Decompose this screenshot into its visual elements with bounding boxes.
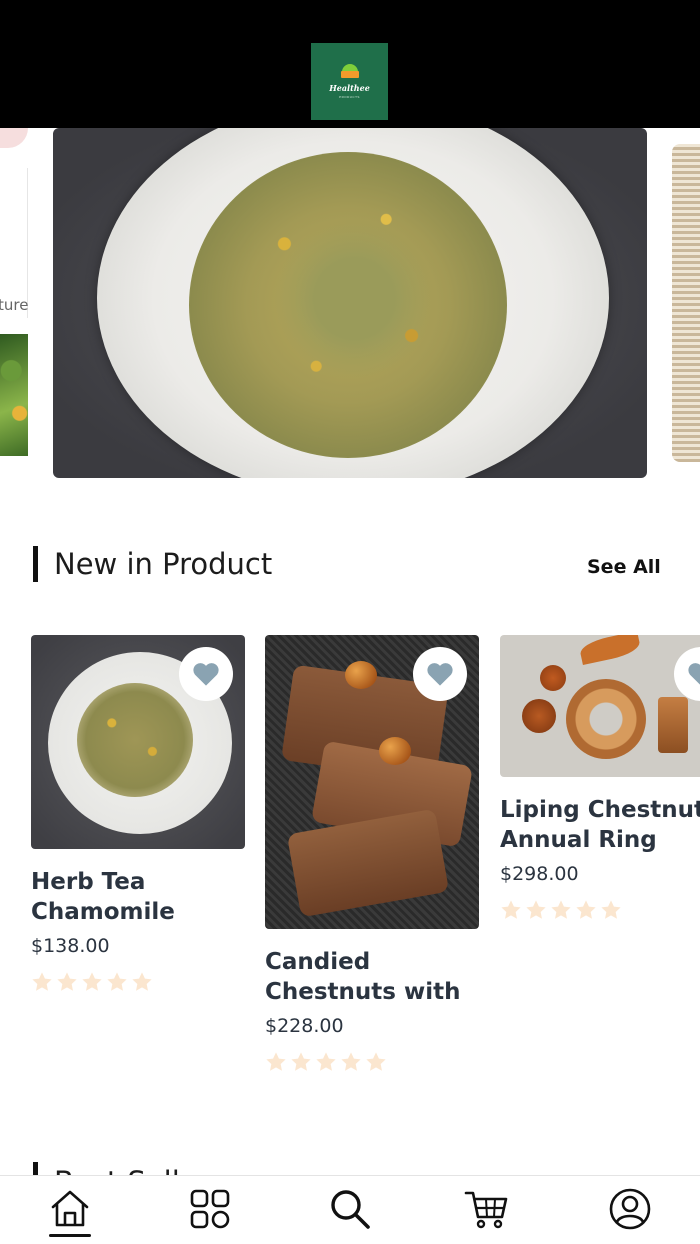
- brand-logo[interactable]: Healthee PRODUCTS: [311, 43, 388, 120]
- active-tab-indicator: [49, 1234, 91, 1237]
- prev-slide-image: [0, 334, 28, 456]
- rating-stars: [31, 971, 271, 993]
- favorite-button[interactable]: [179, 647, 233, 701]
- product-image[interactable]: [31, 635, 245, 849]
- logo-tagline: PRODUCTS: [339, 95, 360, 99]
- product-image[interactable]: [265, 635, 479, 929]
- star-icon: [266, 1052, 286, 1071]
- favorite-button[interactable]: [674, 647, 700, 701]
- star-icon: [366, 1052, 386, 1071]
- product-card[interactable]: Herb Tea Chamomile $138.00: [31, 635, 271, 993]
- rating-stars: [265, 1051, 505, 1073]
- star-icon: [526, 900, 546, 919]
- star-icon: [107, 972, 127, 991]
- star-icon: [57, 972, 77, 991]
- logo-text: Healthee: [329, 83, 370, 93]
- section-title: New in Product: [54, 547, 273, 581]
- nav-search[interactable]: [327, 1186, 373, 1232]
- heart-icon: [427, 663, 453, 686]
- star-icon: [32, 972, 52, 991]
- favorite-button[interactable]: [413, 647, 467, 701]
- rating-stars: [500, 899, 700, 921]
- profile-icon: [609, 1188, 651, 1230]
- product-price: $138.00: [31, 935, 110, 957]
- carousel-main-slide[interactable]: [53, 128, 647, 478]
- section-accent-bar: [33, 546, 38, 582]
- star-icon: [341, 1052, 361, 1071]
- nav-cart[interactable]: [463, 1186, 509, 1232]
- banner-carousel[interactable]: ture: [0, 128, 700, 480]
- star-icon: [501, 900, 521, 919]
- cart-icon: [464, 1191, 508, 1229]
- app-header: Healthee PRODUCTS: [0, 0, 700, 128]
- product-price: $228.00: [265, 1015, 344, 1037]
- heart-icon: [193, 663, 219, 686]
- star-icon: [132, 972, 152, 991]
- nav-categories[interactable]: [187, 1186, 233, 1232]
- nav-profile[interactable]: [607, 1186, 653, 1232]
- star-icon: [82, 972, 102, 991]
- star-icon: [291, 1052, 311, 1071]
- carousel-prev-slide[interactable]: ture: [0, 128, 28, 458]
- section-header-new: New in Product: [33, 546, 272, 582]
- star-icon: [551, 900, 571, 919]
- star-icon: [316, 1052, 336, 1071]
- herb-tea-image: [189, 152, 507, 458]
- search-icon: [331, 1190, 370, 1229]
- star-icon: [576, 900, 596, 919]
- section-accent-bar: [33, 1162, 38, 1176]
- product-card[interactable]: Liping Chestnut Annual Ring $298.00: [500, 635, 700, 921]
- carousel-next-slide[interactable]: [672, 144, 700, 462]
- star-icon: [601, 900, 621, 919]
- nav-home[interactable]: [47, 1186, 93, 1232]
- bottom-nav: [0, 1175, 700, 1244]
- section-header-best-sellers: Best Sellers: [33, 1162, 225, 1176]
- product-price: $298.00: [500, 863, 579, 885]
- product-image[interactable]: [500, 635, 700, 777]
- heart-icon: [688, 663, 700, 685]
- product-name[interactable]: Liping Chestnut Annual Ring: [500, 795, 700, 855]
- product-name[interactable]: Candied Chestnuts with: [265, 947, 505, 1007]
- logo-cart-icon: [339, 64, 361, 80]
- see-all-link[interactable]: See All: [587, 556, 661, 578]
- product-name[interactable]: Herb Tea Chamomile: [31, 867, 271, 927]
- prev-slide-caption: ture: [0, 296, 29, 314]
- home-icon: [51, 1190, 89, 1227]
- categories-icon: [190, 1189, 230, 1229]
- product-card[interactable]: Candied Chestnuts with $228.00: [265, 635, 505, 1073]
